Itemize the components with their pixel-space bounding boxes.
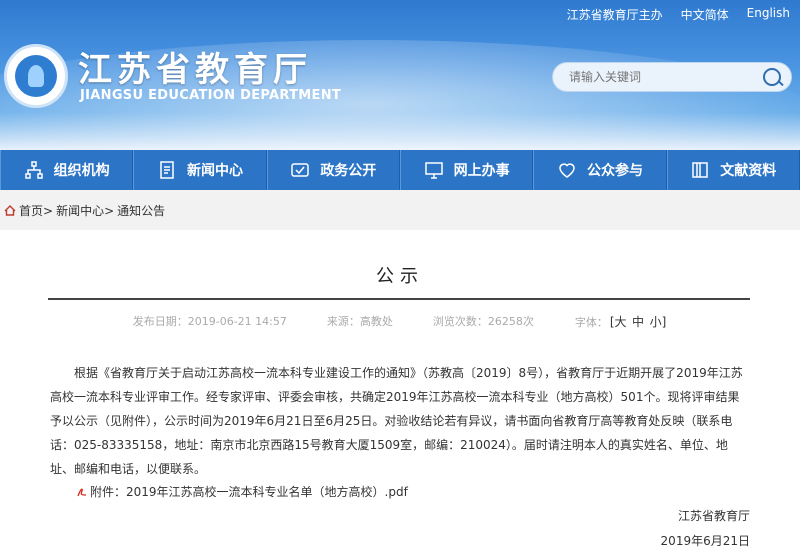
site-header: 江苏省教育厅主办 中文简体 English 江苏省教育厅 JIANGSU EDU… bbox=[0, 0, 800, 150]
english-link[interactable]: English bbox=[747, 6, 790, 23]
simplified-chinese-link[interactable]: 中文简体 bbox=[681, 6, 729, 23]
document-icon bbox=[160, 161, 174, 179]
org-chart-icon bbox=[24, 161, 43, 179]
nav-label: 新闻中心 bbox=[186, 163, 243, 179]
logo-emblem[interactable] bbox=[4, 44, 68, 108]
breadcrumb-news[interactable]: 新闻中心> bbox=[56, 202, 114, 219]
attachment-label: 附件：2019年江苏高校一流本科专业名单（地方高校）.pdf bbox=[90, 485, 408, 499]
publish-date: 发布日期：2019-06-21 14:57 bbox=[132, 315, 287, 328]
breadcrumb: 首页> 新闻中心> 通知公告 bbox=[4, 202, 165, 219]
search-icon[interactable] bbox=[763, 68, 781, 86]
nav-label: 公众参与 bbox=[586, 163, 643, 179]
article-meta: 发布日期：2019-06-21 14:57 来源：高教处 浏览次数：26258次… bbox=[0, 313, 800, 330]
nav-item-news[interactable]: 新闻中心 bbox=[133, 150, 267, 190]
font-size-large[interactable]: [大 bbox=[609, 315, 628, 329]
nav-item-documents[interactable]: 文献资料 bbox=[666, 150, 800, 190]
bookshelf-icon bbox=[692, 162, 709, 178]
pdf-icon bbox=[77, 488, 87, 496]
site-title: 江苏省教育厅 bbox=[78, 50, 312, 90]
search-input[interactable] bbox=[567, 69, 751, 85]
home-icon bbox=[4, 205, 16, 216]
font-size-small[interactable]: 小] bbox=[649, 315, 668, 329]
nav-label: 文献资料 bbox=[720, 163, 777, 179]
signature: 江苏省教育厅 bbox=[677, 509, 750, 523]
nav-label: 网上办事 bbox=[453, 163, 510, 179]
title-divider bbox=[48, 298, 750, 300]
monitor-icon bbox=[424, 162, 443, 179]
nav-item-public-participation[interactable]: 公众参与 bbox=[533, 150, 667, 190]
nav-item-public-affairs[interactable]: 政务公开 bbox=[266, 150, 400, 190]
font-size-control: 字体： [大 中 小] bbox=[574, 313, 667, 330]
nav-item-online-services[interactable]: 网上办事 bbox=[399, 150, 534, 190]
public-affairs-icon bbox=[291, 163, 310, 177]
search-box bbox=[552, 62, 792, 92]
article-body: 根据《省教育厅关于启动江苏高校一流本科专业建设工作的通知》（苏教高〔2019〕8… bbox=[50, 366, 743, 476]
main-nav: 组织机构 新闻中心 政务公开 网上办事 公众参与 文献资料 bbox=[0, 150, 800, 190]
font-size-label: 字体： bbox=[574, 316, 608, 329]
sign-date: 2019年6月21日 bbox=[660, 534, 750, 548]
view-count: 浏览次数：26258次 bbox=[432, 315, 534, 328]
article-title: 公示 bbox=[376, 266, 424, 287]
article-source: 来源：高教处 bbox=[326, 315, 393, 328]
site-title-en: JIANGSU EDUCATION DEPARTMENT bbox=[80, 88, 342, 103]
host-link[interactable]: 江苏省教育厅主办 bbox=[567, 6, 663, 23]
nav-label: 组织机构 bbox=[53, 163, 110, 179]
nav-label: 政务公开 bbox=[320, 163, 377, 179]
attachment-link[interactable]: 附件：2019年江苏高校一流本科专业名单（地方高校）.pdf bbox=[76, 483, 408, 500]
font-size-medium[interactable]: 中 bbox=[631, 315, 645, 329]
nav-item-organization[interactable]: 组织机构 bbox=[0, 150, 134, 190]
heart-icon bbox=[559, 163, 575, 178]
breadcrumb-notices[interactable]: 通知公告 bbox=[117, 202, 165, 219]
breadcrumb-home[interactable]: 首页> bbox=[19, 202, 53, 219]
article-panel: 公示 发布日期：2019-06-21 14:57 来源：高教处 浏览次数：262… bbox=[0, 230, 800, 551]
top-links: 江苏省教育厅主办 中文简体 English bbox=[567, 6, 790, 23]
